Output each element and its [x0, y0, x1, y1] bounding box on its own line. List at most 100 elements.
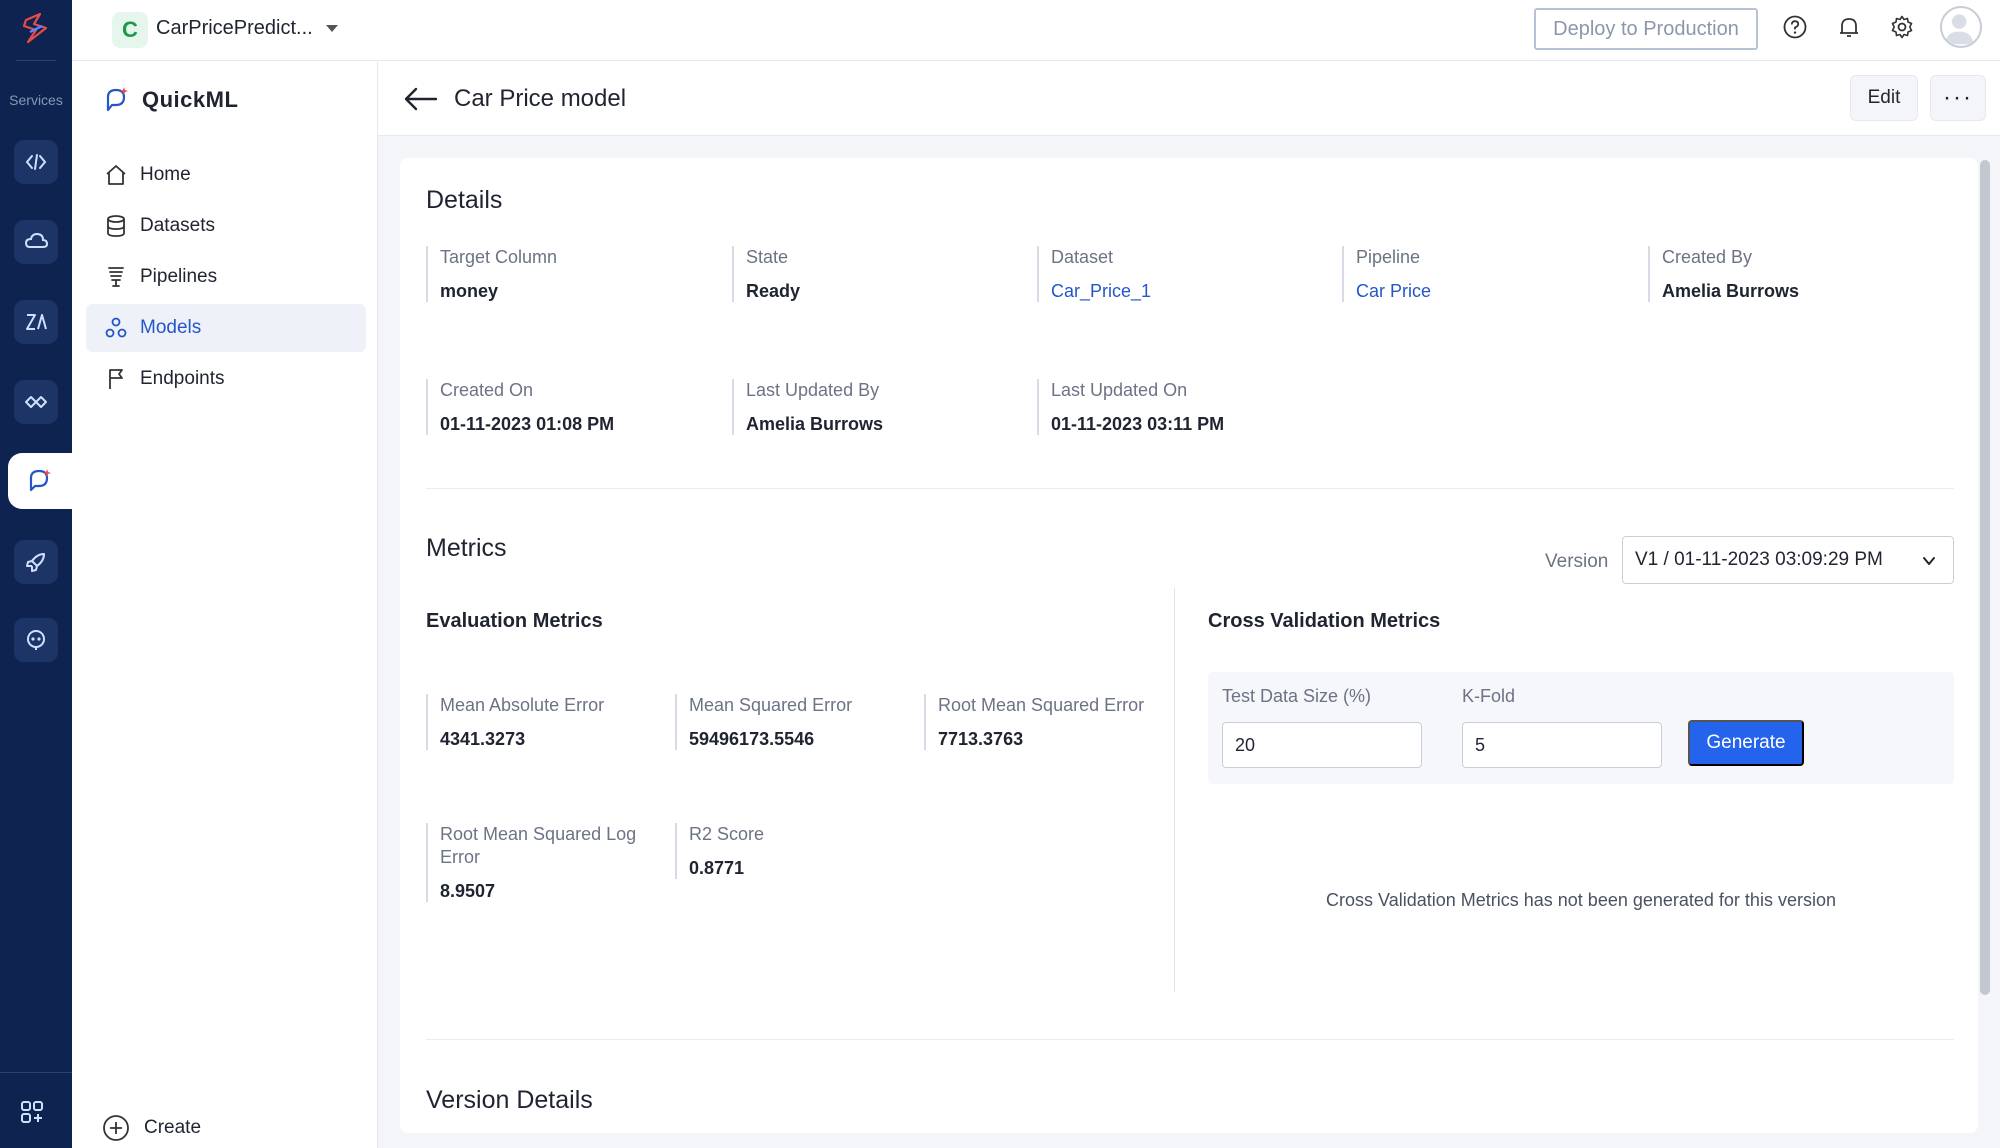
metric-root-mean-squared-log-error: Root Mean Squared Log Error 8.9507: [426, 823, 656, 902]
sidebar-item-label: Pipelines: [140, 266, 218, 287]
detail-value: 01-11-2023 01:08 PM: [440, 414, 615, 434]
detail-label: Last Updated On: [1051, 380, 1188, 400]
user-silhouette-icon: [1944, 14, 1974, 45]
pipeline-link[interactable]: Car Price: [1356, 281, 1431, 302]
apps-grid-icon[interactable]: [20, 1100, 44, 1124]
detail-value: Ready: [746, 281, 801, 301]
metric-value: 0.8771: [689, 858, 745, 878]
test-data-size-label: Test Data Size (%): [1222, 686, 1372, 706]
detail-last-updated-by: Last Updated By Amelia Burrows: [732, 379, 883, 435]
sidebar-item-label: Endpoints: [140, 368, 225, 389]
detail-value: money: [440, 281, 499, 301]
sidebar-nav: Home Datasets Pipelines Models Endpoints: [86, 151, 366, 406]
metric-value: 4341.3273: [440, 729, 526, 749]
rail-divider: [16, 60, 56, 61]
section-divider: [426, 1039, 1954, 1040]
detail-label: Last Updated By: [746, 380, 880, 400]
metric-mean-absolute-error: Mean Absolute Error 4341.3273: [426, 694, 604, 750]
generate-button[interactable]: Generate: [1688, 720, 1804, 766]
more-options-button[interactable]: ···: [1930, 75, 1986, 121]
cross-validation-empty-message: Cross Validation Metrics has not been ge…: [1326, 890, 1836, 910]
project-avatar[interactable]: C: [112, 12, 148, 48]
detail-last-updated-on: Last Updated On 01-11-2023 03:11 PM: [1037, 379, 1224, 435]
integration-service-button[interactable]: [14, 380, 58, 424]
deploy-to-production-button[interactable]: Deploy to Production: [1534, 8, 1758, 50]
models-icon: [105, 317, 127, 338]
analytics-service-button[interactable]: [14, 300, 58, 344]
metric-label: Mean Absolute Error: [440, 695, 605, 715]
detail-label: Created By: [1662, 247, 1753, 267]
sidebar-item-pipelines[interactable]: Pipelines: [86, 253, 366, 301]
metric-r2-score: R2 Score 0.8771: [675, 823, 764, 879]
edit-button[interactable]: Edit: [1850, 75, 1918, 121]
detail-label: Pipeline: [1356, 247, 1421, 267]
k-fold-input[interactable]: 5: [1462, 722, 1662, 768]
sidebar-item-datasets[interactable]: Datasets: [86, 202, 366, 250]
integration-icon: [25, 396, 47, 408]
k-fold-label: K-Fold: [1462, 686, 1516, 706]
rocket-icon: [26, 553, 45, 572]
bot-service-button[interactable]: [14, 618, 58, 662]
quickml-service-button[interactable]: [8, 453, 72, 509]
catalyst-logo-icon[interactable]: [18, 10, 54, 46]
metric-root-mean-squared-error: Root Mean Squared Error 7713.3763: [924, 694, 1144, 750]
cross-validation-metrics-heading: Cross Validation Metrics: [1208, 610, 1441, 632]
detail-created-on: Created On 01-11-2023 01:08 PM: [426, 379, 614, 435]
detail-target-column: Target Column money: [426, 246, 557, 302]
analytics-icon: [26, 314, 47, 330]
metric-label: Root Mean Squared Log Error: [440, 824, 637, 867]
metric-label: Mean Squared Error: [689, 695, 853, 715]
metric-label: Root Mean Squared Error: [938, 695, 1145, 715]
services-rail: Services: [0, 0, 72, 1148]
detail-label: Dataset: [1051, 247, 1114, 267]
metrics-heading: Metrics: [426, 534, 507, 562]
quickml-brand: QuickML: [102, 85, 238, 115]
detail-value: Amelia Burrows: [746, 414, 884, 434]
version-select-value: V1 / 01-11-2023 03:09:29 PM: [1635, 549, 1883, 570]
main-scrollbar[interactable]: [1980, 160, 1990, 995]
database-icon: [107, 215, 125, 237]
notification-bell-icon[interactable]: [1836, 14, 1862, 40]
user-avatar[interactable]: [1940, 6, 1982, 48]
back-arrow-icon[interactable]: [402, 83, 438, 115]
settings-gear-icon[interactable]: [1889, 14, 1915, 40]
dataset-link[interactable]: Car_Price_1: [1051, 281, 1151, 302]
metric-value: 7713.3763: [938, 729, 1024, 749]
page-header: Car Price model Edit ···: [378, 61, 2000, 136]
detail-value: Amelia Burrows: [1662, 281, 1800, 301]
project-name[interactable]: CarPricePredict...: [156, 17, 313, 40]
home-icon: [106, 165, 126, 185]
rocket-service-button[interactable]: [14, 540, 58, 584]
rail-bottom-divider: [0, 1072, 72, 1073]
detail-value: 01-11-2023 03:11 PM: [1051, 414, 1225, 434]
quickml-side-panel: QuickML Home Datasets Pipelines Models E…: [72, 61, 378, 1148]
code-service-button[interactable]: [14, 140, 58, 184]
detail-label: Target Column: [440, 247, 558, 267]
sidebar-item-label: Datasets: [140, 215, 215, 236]
create-button[interactable]: Create: [102, 1114, 201, 1142]
create-label: Create: [144, 1117, 202, 1138]
detail-pipeline: Pipeline Car Price: [1342, 246, 1431, 302]
model-details-card: Details Target Column money State Ready …: [400, 158, 1978, 1133]
evaluation-metrics-heading: Evaluation Metrics: [426, 610, 603, 632]
project-dropdown-caret-icon[interactable]: [326, 25, 338, 32]
sidebar-item-home[interactable]: Home: [86, 151, 366, 199]
cloud-service-button[interactable]: [14, 220, 58, 264]
version-select[interactable]: V1 / 01-11-2023 03:09:29 PM: [1622, 536, 1954, 584]
detail-state: State Ready: [732, 246, 800, 302]
metric-label: R2 Score: [689, 824, 765, 844]
version-label: Version: [1545, 551, 1609, 572]
sidebar-item-models[interactable]: Models: [86, 304, 366, 352]
sidebar-item-label: Models: [140, 317, 202, 338]
top-bar: C CarPricePredict... Deploy to Productio…: [72, 0, 2000, 61]
code-icon: [25, 154, 47, 170]
help-icon[interactable]: [1782, 14, 1808, 40]
sidebar-item-label: Home: [140, 164, 191, 185]
details-heading: Details: [426, 186, 503, 214]
metric-value: 8.9507: [440, 881, 496, 901]
test-data-size-input[interactable]: 20: [1222, 722, 1422, 768]
flag-icon: [109, 369, 123, 389]
metric-value: 59496173.5546: [689, 729, 815, 749]
plus-circle-icon: [103, 1115, 129, 1141]
sidebar-item-endpoints[interactable]: Endpoints: [86, 355, 366, 403]
